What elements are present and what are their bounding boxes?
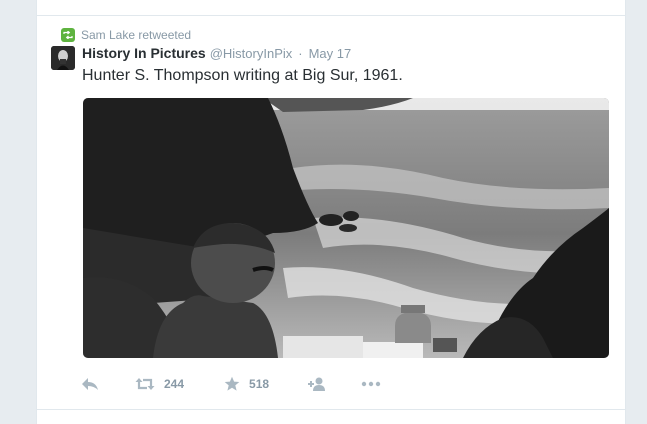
tweet-actions: 244 518 [81, 374, 381, 394]
divider [37, 15, 625, 16]
star-icon [224, 376, 240, 391]
retweet-button[interactable]: 244 [135, 377, 184, 391]
retweet-context[interactable]: Sam Lake retweeted [61, 28, 191, 42]
favorite-button[interactable]: 518 [224, 376, 269, 392]
lincoln-portrait-avatar [51, 46, 75, 70]
author-username[interactable]: @HistoryInPix [210, 46, 293, 61]
reply-icon [82, 378, 98, 390]
more-button[interactable] [361, 381, 381, 387]
avatar[interactable] [51, 46, 75, 70]
retweet-icon [61, 28, 75, 42]
big-sur-photo [83, 98, 609, 358]
tweet-text: Hunter S. Thompson writing at Big Sur, 1… [82, 67, 403, 84]
divider [37, 409, 625, 410]
header-separator: · [298, 46, 303, 61]
tweet-photo[interactable] [83, 98, 609, 358]
more-dots-icon [361, 381, 381, 387]
tweet-header: History In Pictures @HistoryInPix · May … [82, 45, 351, 63]
follow-button[interactable] [307, 376, 327, 392]
retweet-context-text: Sam Lake retweeted [81, 28, 192, 42]
retweet-icon [135, 378, 155, 390]
tweet-timestamp[interactable]: May 17 [309, 46, 352, 61]
timeline-stream: Sam Lake retweeted History In Pictures @… [36, 0, 626, 424]
retweet-count: 244 [164, 377, 185, 391]
favorite-count: 518 [249, 377, 270, 391]
follow-user-icon [308, 377, 326, 391]
reply-button[interactable] [81, 377, 99, 391]
author-fullname[interactable]: History In Pictures [82, 45, 206, 61]
